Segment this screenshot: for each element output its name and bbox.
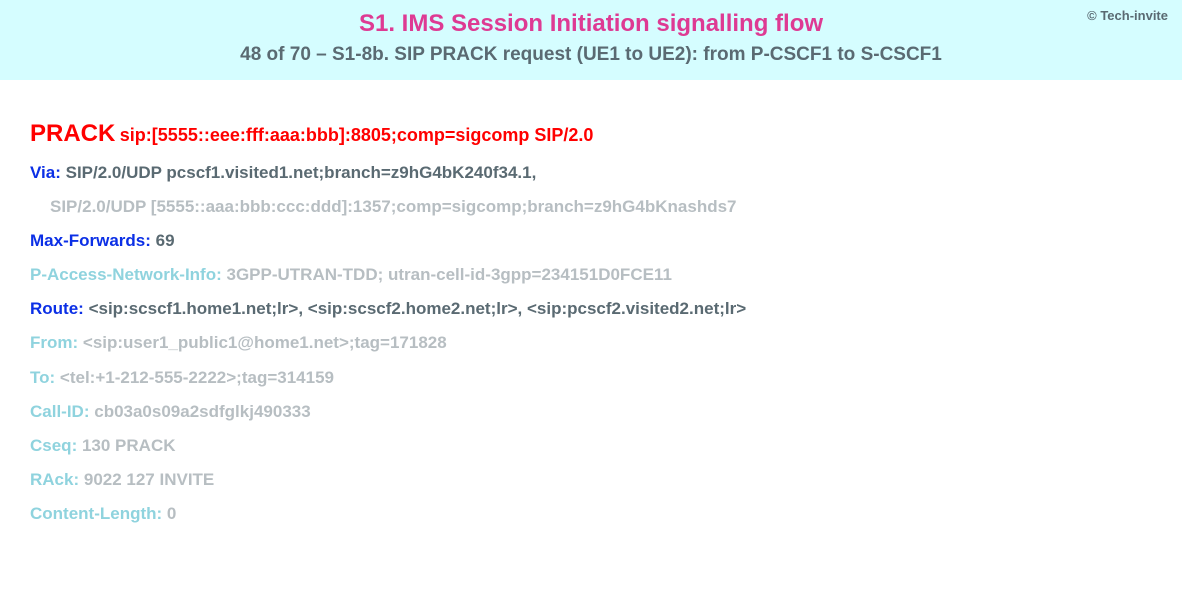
header-panel: © Tech-invite S1. IMS Session Initiation…: [0, 0, 1182, 80]
sip-header-line: Call-ID: cb03a0s09a2sdfglkj490333: [30, 401, 1152, 423]
sip-header-value: <sip:user1_public1@home1.net>;tag=171828: [83, 333, 447, 352]
sip-header-colon: :: [73, 333, 83, 352]
sip-header-name: From: [30, 333, 73, 352]
sip-header-line: Content-Length: 0: [30, 503, 1152, 525]
sip-header-continuation-value: SIP/2.0/UDP [5555::aaa:bbb:ccc:ddd]:1357…: [50, 197, 737, 216]
sip-header-colon: :: [84, 402, 94, 421]
sip-header-line: RAck: 9022 127 INVITE: [30, 469, 1152, 491]
sip-header-name: Via: [30, 163, 55, 182]
sip-request-line: PRACK sip:[5555::eee:fff:aaa:bbb]:8805;c…: [30, 120, 1152, 148]
sip-header-value: 130 PRACK: [82, 436, 176, 455]
sip-header-name: RAck: [30, 470, 73, 489]
page-title: S1. IMS Session Initiation signalling fl…: [20, 10, 1162, 38]
sip-header-value: cb03a0s09a2sdfglkj490333: [94, 402, 310, 421]
sip-header-colon: :: [145, 231, 155, 250]
sip-method: PRACK: [30, 120, 115, 147]
copyright-label: © Tech-invite: [1087, 8, 1168, 23]
sip-header-name: Content-Length: [30, 504, 157, 523]
sip-header-line: Max-Forwards: 69: [30, 230, 1152, 252]
sip-header-colon: :: [50, 368, 60, 387]
sip-header-value: <tel:+1-212-555-2222>;tag=314159: [60, 368, 334, 387]
sip-header-line: Cseq: 130 PRACK: [30, 435, 1152, 457]
sip-header-value: 3GPP-UTRAN-TDD; utran-cell-id-3gpp=23415…: [227, 265, 672, 284]
sip-header-name: Max-Forwards: [30, 231, 145, 250]
sip-header-line: From: <sip:user1_public1@home1.net>;tag=…: [30, 332, 1152, 354]
sip-header-value: <sip:scscf1.home1.net;lr>, <sip:scscf2.h…: [89, 299, 747, 318]
page-subtitle: 48 of 70 – S1-8b. SIP PRACK request (UE1…: [20, 44, 1162, 66]
sip-request-uri: sip:[5555::eee:fff:aaa:bbb]:8805;comp=si…: [120, 125, 594, 145]
sip-header-value: 9022 127 INVITE: [84, 470, 214, 489]
sip-header-colon: :: [78, 299, 88, 318]
sip-header-colon: :: [72, 436, 82, 455]
sip-header-colon: :: [55, 163, 65, 182]
sip-header-continuation: SIP/2.0/UDP [5555::aaa:bbb:ccc:ddd]:1357…: [30, 196, 1152, 218]
sip-header-name: Call-ID: [30, 402, 84, 421]
sip-header-line: P-Access-Network-Info: 3GPP-UTRAN-TDD; u…: [30, 264, 1152, 286]
sip-header-colon: :: [157, 504, 167, 523]
sip-header-name: To: [30, 368, 50, 387]
sip-header-name: Cseq: [30, 436, 72, 455]
sip-header-line: To: <tel:+1-212-555-2222>;tag=314159: [30, 367, 1152, 389]
sip-header-name: Route: [30, 299, 78, 318]
sip-header-colon: :: [216, 265, 226, 284]
sip-header-value: 69: [156, 231, 175, 250]
sip-header-value: SIP/2.0/UDP pcscf1.visited1.net;branch=z…: [66, 163, 537, 182]
sip-header-line: Route: <sip:scscf1.home1.net;lr>, <sip:s…: [30, 298, 1152, 320]
sip-header-colon: :: [73, 470, 83, 489]
sip-message-body: PRACK sip:[5555::eee:fff:aaa:bbb]:8805;c…: [0, 80, 1182, 557]
sip-header-line: Via: SIP/2.0/UDP pcscf1.visited1.net;bra…: [30, 162, 1152, 184]
sip-header-value: 0: [167, 504, 176, 523]
sip-headers: Via: SIP/2.0/UDP pcscf1.visited1.net;bra…: [30, 162, 1152, 525]
sip-header-name: P-Access-Network-Info: [30, 265, 216, 284]
